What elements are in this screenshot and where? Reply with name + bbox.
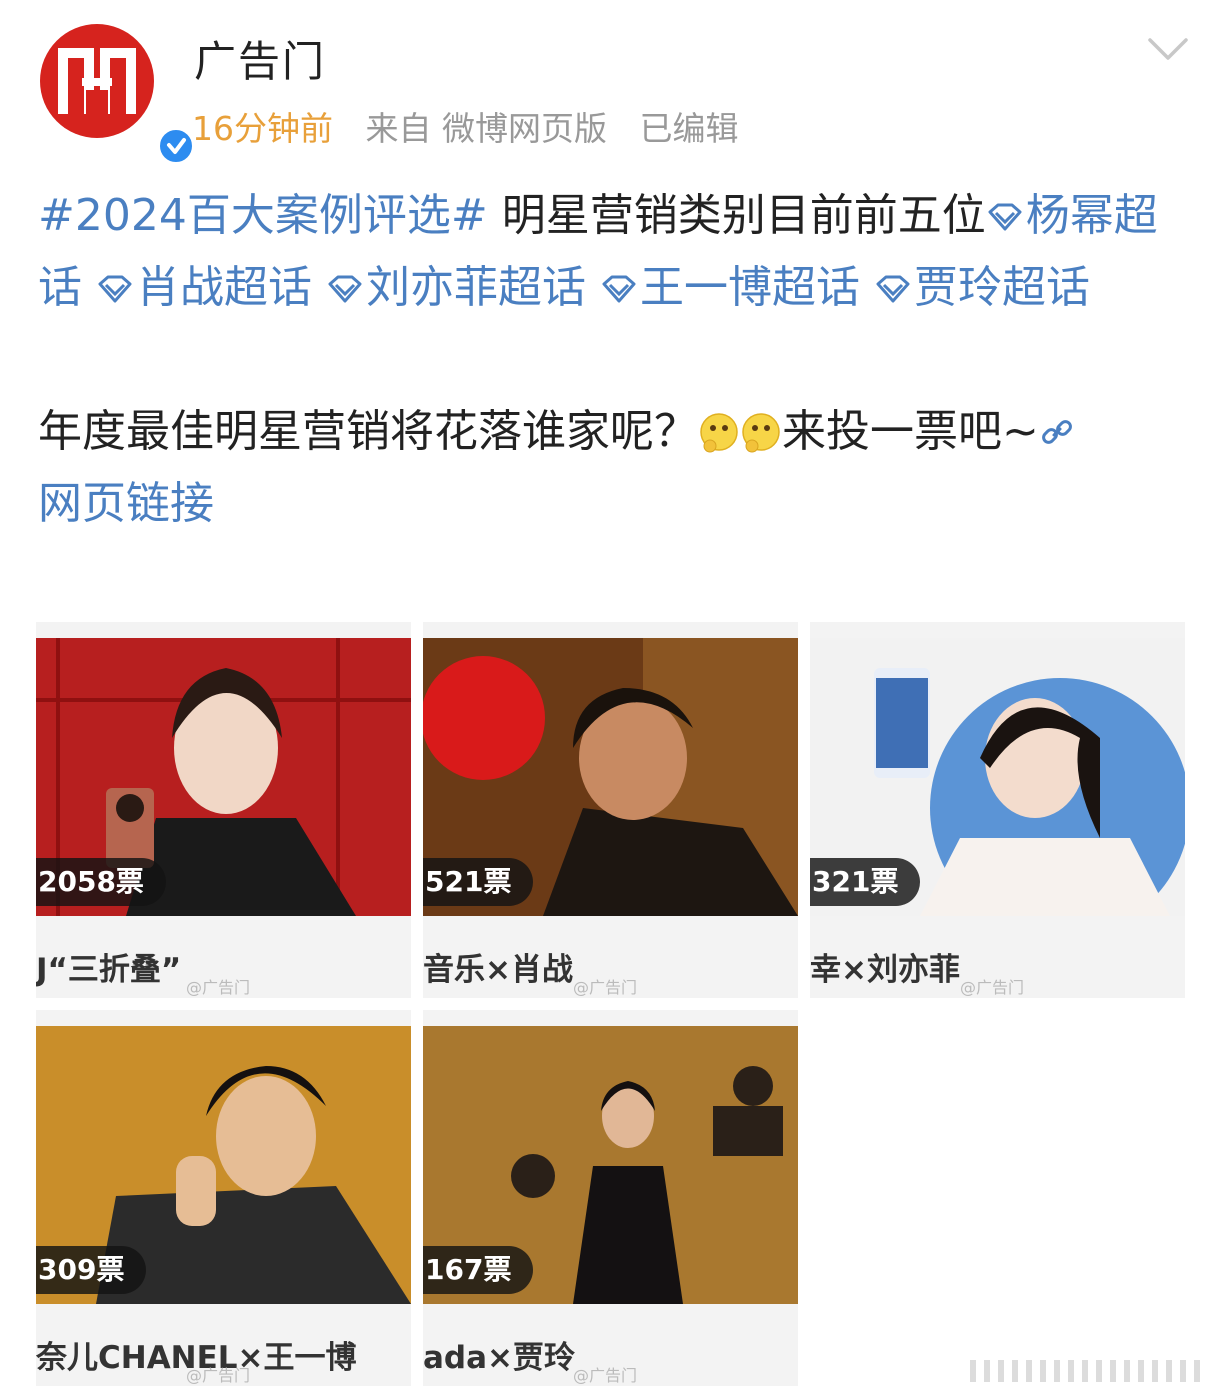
image-tile[interactable]: 321票 幸×刘亦菲 @广告门 xyxy=(810,622,1185,998)
watermark: @广告门 xyxy=(573,978,638,997)
image-caption: 音乐×肖战 xyxy=(423,952,573,988)
image-caption: ada×贾玲 xyxy=(423,1340,576,1376)
image-tile[interactable]: 167票 ada×贾玲 @广告门 xyxy=(423,1010,798,1386)
diamond-icon xyxy=(328,275,362,303)
watermark: @广告门 xyxy=(573,1366,638,1385)
post-source: 来自 微博网页版 xyxy=(365,109,608,148)
diamond-icon xyxy=(876,275,910,303)
post-meta: 16分钟前 来自 微博网页版 已编辑 xyxy=(192,102,739,150)
image-tile[interactable]: 309票 奈儿CHANEL×王一博 @广告门 xyxy=(36,1010,411,1386)
vote-count-badge: 321票 xyxy=(810,858,921,906)
watermark: @广告门 xyxy=(186,1366,251,1385)
diamond-icon xyxy=(988,203,1022,231)
vote-count-badge: 167票 xyxy=(423,1246,534,1294)
topic-link-xiaozhan[interactable]: 肖战超话 xyxy=(96,262,312,313)
image-caption: J“三折叠” xyxy=(36,952,182,988)
post-time: 16分钟前 xyxy=(192,109,333,148)
scroll-indicator xyxy=(970,1360,1200,1382)
topic-link-liuyifei[interactable]: 刘亦菲超话 xyxy=(326,262,586,313)
hashtag-link[interactable]: #2024百大案例评选# xyxy=(38,190,488,241)
image-tile[interactable]: 2058票 J“三折叠” @广告门 xyxy=(36,622,411,998)
edited-label[interactable]: 已编辑 xyxy=(640,109,739,148)
username[interactable]: 广告门 xyxy=(194,28,326,89)
image-tile[interactable]: 521票 音乐×肖战 @广告门 xyxy=(423,622,798,998)
vote-count-badge: 309票 xyxy=(36,1246,147,1294)
vote-count-badge: 2058票 xyxy=(36,858,166,906)
topic-link-jialing[interactable]: 贾玲超话 xyxy=(874,262,1090,313)
chevron-down-icon[interactable] xyxy=(1146,34,1190,64)
image-caption: 幸×刘亦菲 xyxy=(810,952,960,988)
diamond-icon xyxy=(98,275,132,303)
web-link[interactable]: 网页链接 xyxy=(38,478,214,529)
post-text: #2024百大案例评选# 明星营销类别目前前五位 杨幂超话 肖战超话 刘亦菲超话 … xyxy=(38,180,1188,540)
topic-link-wangyibo[interactable]: 王一博超话 xyxy=(600,262,860,313)
watermark: @广告门 xyxy=(960,978,1025,997)
watermark: @广告门 xyxy=(186,978,251,997)
verified-badge-icon xyxy=(156,126,196,166)
avatar[interactable] xyxy=(40,24,196,166)
vote-count-badge: 521票 xyxy=(423,858,534,906)
link-icon[interactable] xyxy=(1039,414,1075,450)
brand-logo-icon xyxy=(58,48,136,114)
diamond-icon xyxy=(602,275,636,303)
thinking-emoji-icon xyxy=(700,413,738,453)
post-line1: 明星营销类别目前前五位 xyxy=(487,190,986,241)
thinking-emoji-icon xyxy=(742,413,780,453)
post-paragraph-2: 年度最佳明星营销将花落谁家呢？ 来投一票吧~ 网页链接 xyxy=(38,396,1188,540)
